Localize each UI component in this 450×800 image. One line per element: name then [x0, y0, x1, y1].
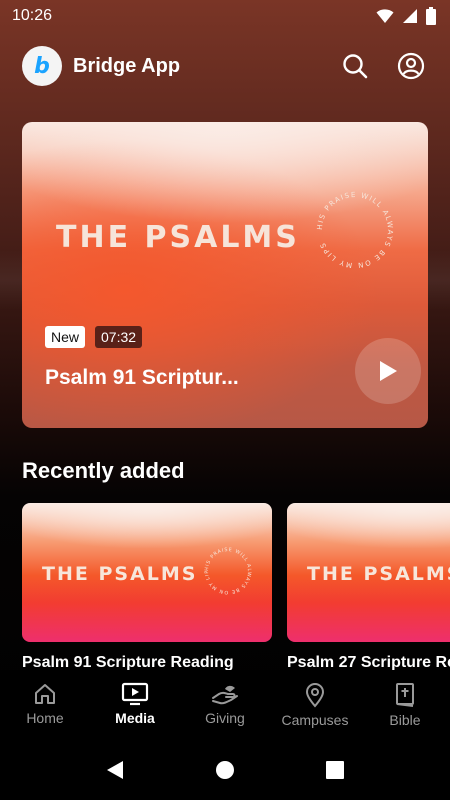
- account-button[interactable]: [396, 51, 426, 81]
- location-pin-icon: [305, 683, 325, 708]
- status-time: 10:26: [12, 7, 53, 24]
- bible-icon: [396, 683, 414, 707]
- app-title: Bridge App: [73, 54, 181, 77]
- header-actions: [340, 51, 426, 81]
- tv-play-icon: [121, 682, 149, 706]
- nav-label-giving: Giving: [205, 710, 245, 726]
- recents-icon[interactable]: [325, 760, 345, 780]
- svg-text:HIS PRAISE WILL ALWAYS BE ON M: HIS PRAISE WILL ALWAYS BE ON MY LIPS: [202, 545, 252, 595]
- card-ring-text: HIS PRAISE WILL ALWAYS BE ON MY LIPS: [202, 545, 251, 595]
- battery-icon: [426, 7, 436, 25]
- logo-letter: b: [34, 53, 50, 79]
- nav-item-media[interactable]: Media: [90, 670, 180, 740]
- media-thumbnail: THE PSALMS HIS PRAISE WILL ALWAYS BE ON …: [22, 503, 272, 642]
- hero-art-title: THE PSALMS: [56, 220, 300, 255]
- play-icon: [380, 361, 397, 381]
- svg-text:HIS PRAISE WILL ALWAYS BE ON M: HIS PRAISE WILL ALWAYS BE ON MY LIPS: [316, 191, 394, 269]
- media-card[interactable]: THE PSALMS HIS PRAISE WILL ALWAYS BE ON …: [287, 503, 450, 672]
- new-badge: New: [45, 326, 86, 348]
- home-circle-icon[interactable]: [215, 760, 235, 780]
- play-button[interactable]: [355, 338, 421, 404]
- home-icon: [35, 684, 55, 704]
- card-art-ring: HIS PRAISE WILL ALWAYS BE ON MY LIPS: [202, 545, 252, 595]
- nav-label-media: Media: [115, 710, 155, 726]
- media-thumbnail: THE PSALMS HIS PRAISE WILL ALWAYS BE ON …: [287, 503, 450, 642]
- duration-badge: 07:32: [95, 326, 143, 348]
- hero-ring-text: HIS PRAISE WILL ALWAYS BE ON MY LIPS: [316, 191, 393, 269]
- account-icon: [397, 52, 425, 80]
- system-nav-bar: [0, 740, 450, 800]
- nav-item-campuses[interactable]: Campuses: [270, 670, 360, 740]
- bottom-nav: Home Media Giving Campuses Bible: [0, 670, 450, 740]
- app-header: b Bridge App: [22, 44, 426, 88]
- hand-icon: [212, 685, 238, 705]
- cell-signal-icon: [403, 9, 417, 23]
- nav-label-campuses: Campuses: [281, 712, 349, 728]
- back-icon[interactable]: [105, 759, 125, 781]
- app-screen: 10:26 b Bridge App THE PSALMS HIS PRAISE…: [0, 0, 450, 800]
- search-icon: [343, 54, 368, 79]
- card-art-title: THE PSALMS: [307, 563, 450, 585]
- featured-media-card[interactable]: THE PSALMS HIS PRAISE WILL ALWAYS BE ON …: [22, 122, 428, 428]
- search-button[interactable]: [340, 51, 370, 81]
- badge-row: New 07:32: [45, 326, 143, 348]
- app-logo[interactable]: b: [22, 46, 62, 86]
- hero-title: Psalm 91 Scriptur...: [45, 366, 239, 389]
- card-art-title: THE PSALMS: [42, 563, 198, 585]
- recently-added-heading: Recently added: [22, 458, 185, 483]
- status-bar: 10:26: [0, 0, 450, 32]
- hero-art-ring: HIS PRAISE WILL ALWAYS BE ON MY LIPS: [316, 191, 394, 269]
- wifi-icon: [376, 9, 394, 23]
- nav-item-bible[interactable]: Bible: [360, 670, 450, 740]
- media-card[interactable]: THE PSALMS HIS PRAISE WILL ALWAYS BE ON …: [22, 503, 272, 672]
- nav-item-home[interactable]: Home: [0, 670, 90, 740]
- nav-label-home: Home: [26, 710, 64, 726]
- status-icons: [376, 7, 436, 25]
- nav-label-bible: Bible: [389, 712, 421, 728]
- nav-item-giving[interactable]: Giving: [180, 670, 270, 740]
